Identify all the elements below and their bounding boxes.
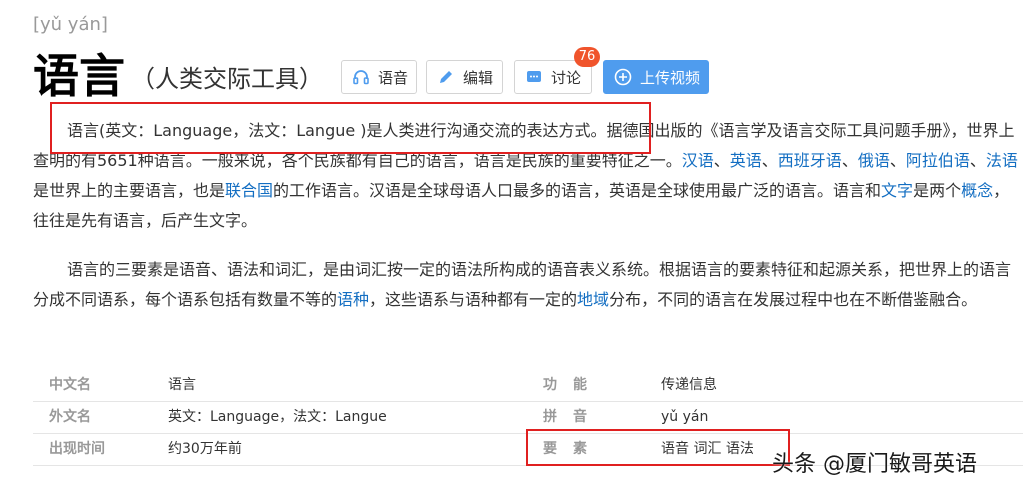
link-region[interactable]: 地域 bbox=[577, 290, 609, 309]
edit-button[interactable]: 编辑 bbox=[426, 60, 503, 94]
info-key: 功能 bbox=[543, 377, 603, 393]
info-value: yǔ yán bbox=[661, 409, 709, 425]
link-spanish[interactable]: 西班牙语 bbox=[778, 151, 842, 170]
table-row: 中文名 语言 功能 传递信息 bbox=[33, 370, 1023, 402]
link-united-nations[interactable]: 联合国 bbox=[225, 181, 273, 200]
separator: 、 bbox=[713, 151, 730, 170]
text-run: ，这些语系与语种都有一定的 bbox=[369, 290, 578, 309]
separator: 、 bbox=[761, 151, 778, 170]
edit-label: 编辑 bbox=[463, 68, 494, 87]
link-french[interactable]: 法语 bbox=[986, 151, 1018, 170]
separator: 、 bbox=[889, 151, 906, 170]
info-key: 出现时间 bbox=[49, 441, 105, 457]
voice-label: 语音 bbox=[378, 68, 409, 87]
discuss-count-badge: 76 bbox=[574, 47, 600, 67]
elements-paragraph: 语言的三要素是语音、语法和词汇，是由词汇按一定的语法所构成的语音表义系统。根据语… bbox=[33, 255, 1021, 315]
link-language-type[interactable]: 语种 bbox=[337, 290, 369, 309]
info-value: 传递信息 bbox=[661, 377, 717, 393]
info-value: 约30万年前 bbox=[168, 441, 242, 457]
comment-icon bbox=[525, 68, 543, 86]
separator: 、 bbox=[969, 151, 986, 170]
voice-button[interactable]: 语音 bbox=[341, 60, 417, 94]
info-key: 拼音 bbox=[543, 409, 603, 425]
pencil-icon bbox=[437, 68, 455, 86]
headphones-icon bbox=[352, 68, 370, 86]
text-run: 是世界上的主要语言，也是 bbox=[33, 181, 226, 200]
info-value: 语言 bbox=[168, 377, 196, 393]
link-russian[interactable]: 俄语 bbox=[858, 151, 890, 170]
text-run: 分布，不同的语言在发展过程中也在不断借鉴融合。 bbox=[609, 290, 978, 309]
link-english[interactable]: 英语 bbox=[730, 151, 762, 170]
upload-label: 上传视频 bbox=[640, 68, 701, 87]
page-subtitle: （人类交际工具） bbox=[131, 65, 323, 93]
text-run: 的工作语言。汉语是全球母语人口最多的语言，英语是全球使用最广泛的语言。语言和 bbox=[273, 181, 882, 200]
info-key: 外文名 bbox=[49, 409, 91, 425]
info-key: 要素 bbox=[543, 441, 603, 457]
table-row: 外文名 英文：Language，法文：Langue 拼音 yǔ yán bbox=[33, 402, 1023, 434]
text-run: 是两个 bbox=[913, 181, 962, 200]
pinyin: [yǔ yán] bbox=[33, 14, 108, 35]
separator: 、 bbox=[841, 151, 858, 170]
discuss-label: 讨论 bbox=[551, 68, 582, 87]
plus-circle-icon bbox=[614, 68, 632, 86]
info-value: 语音 词汇 语法 bbox=[661, 441, 754, 457]
info-value: 英文：Language，法文：Langue bbox=[168, 409, 387, 425]
link-concept[interactable]: 概念 bbox=[961, 181, 993, 200]
info-key: 中文名 bbox=[49, 377, 91, 393]
link-chinese[interactable]: 汉语 bbox=[682, 151, 714, 170]
summary-paragraph: 语言(英文：Language，法文：Langue )是人类进行沟通交流的表达方式… bbox=[33, 116, 1021, 236]
upload-video-button[interactable]: 上传视频 bbox=[603, 60, 709, 94]
title-row: 语言 （人类交际工具） 语音 编辑 讨论 76 上传视频 bbox=[33, 46, 1023, 106]
link-arabic[interactable]: 阿拉伯语 bbox=[906, 151, 970, 170]
watermark: 头条 @厦门敏哥英语 bbox=[772, 452, 977, 477]
page-title: 语言 bbox=[33, 49, 125, 103]
link-writing[interactable]: 文字 bbox=[881, 181, 913, 200]
